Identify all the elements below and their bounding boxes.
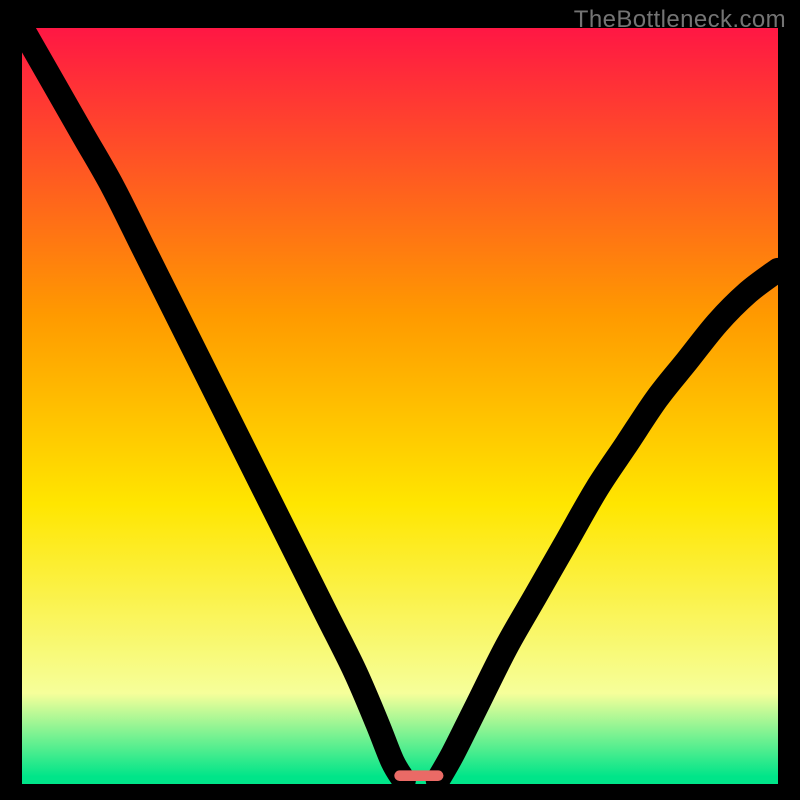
bottleneck-chart	[22, 28, 778, 784]
plot-area	[22, 28, 778, 784]
chart-frame: TheBottleneck.com	[0, 0, 800, 800]
watermark-text: TheBottleneck.com	[574, 6, 786, 34]
minimum-marker	[394, 770, 443, 781]
